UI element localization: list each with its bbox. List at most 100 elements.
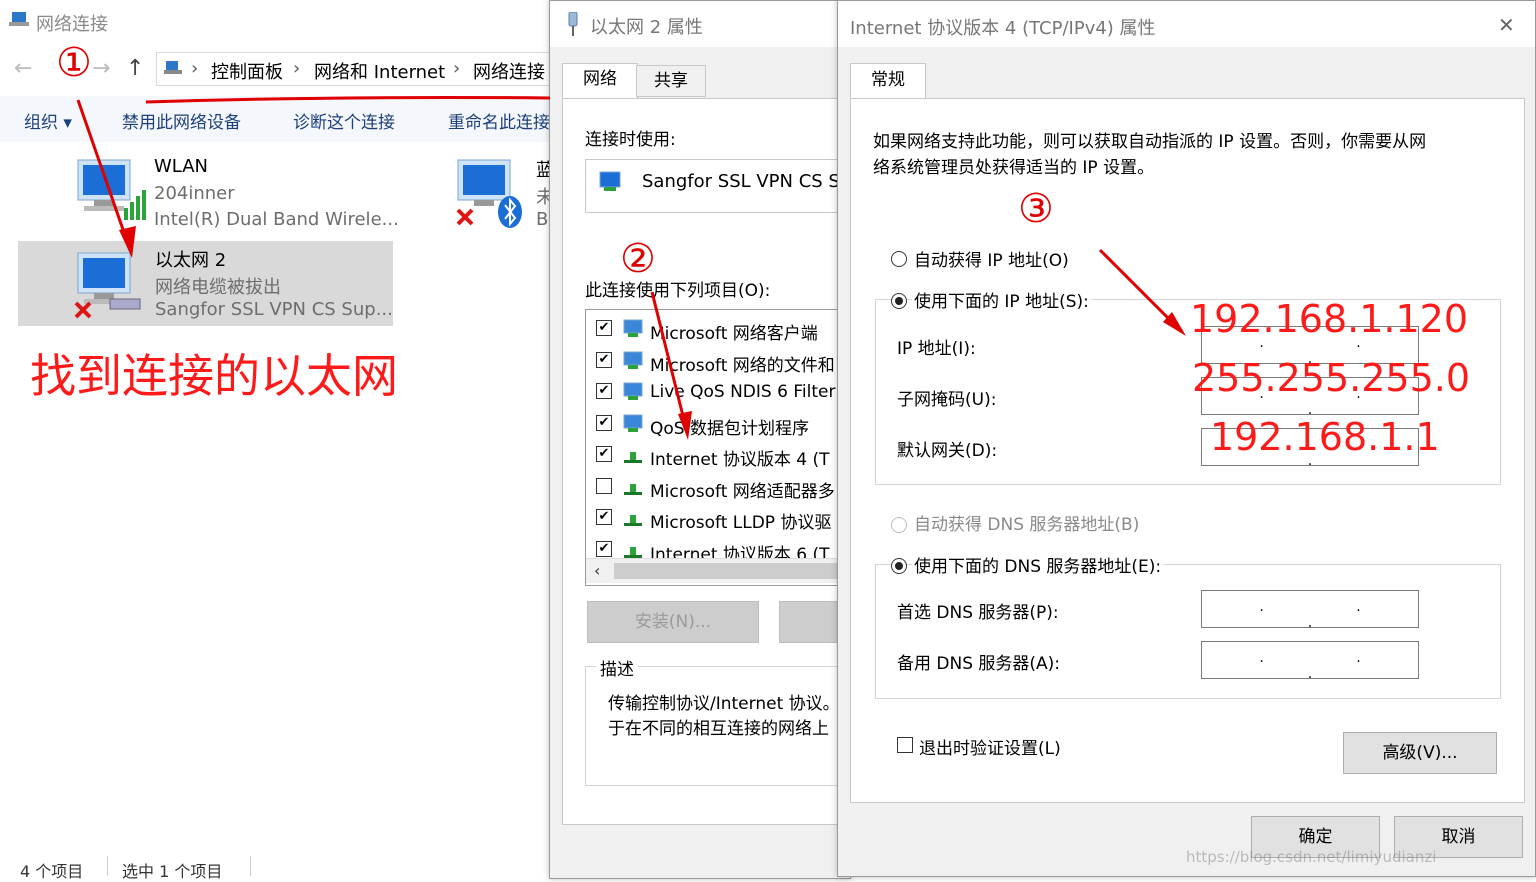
protocol-checkbox[interactable]: ✔ [596,540,612,557]
scrollbar-thumb[interactable] [614,563,854,579]
auto-ip-radio[interactable] [891,251,907,267]
protocol-list[interactable]: ✔ Microsoft 网络客户端 ✔ Microsoft 网络的文件和 ✔ Live Q… [585,309,877,586]
ethernet-adapter-icon [74,251,146,325]
diagnose-command[interactable]: 诊断这个连接 [293,108,395,133]
protocol-item[interactable]: ✔ Microsoft 网络客户端 [586,314,876,345]
step2-marker: ② [620,236,656,282]
protocol-item[interactable]: ✔ Microsoft LLDP 协议驱 [586,503,876,534]
ethernet-properties-dialog: 以太网 2 属性 网络 共享 连接时使用: Sangfor SSL VPN CS… [549,0,877,879]
network-component-icon [622,350,646,377]
protocol-checkbox[interactable]: ✔ [596,320,612,336]
disable-device-command[interactable]: 禁用此网络设备 [122,108,241,133]
annotation-ip: 192.168.1.120 [1190,297,1469,341]
auto-dns-label[interactable]: 自动获得 DNS 服务器地址(B) [914,510,1139,535]
network-folder-icon [8,10,30,30]
connection-network: 204inner [154,183,235,204]
protocol-checkbox[interactable] [596,477,612,494]
annotation-gateway: 192.168.1.1 [1210,415,1440,459]
protocol-icon [622,444,646,471]
preferred-dns-label: 首选 DNS 服务器(P): [897,603,1059,623]
manual-dns-label[interactable]: 使用下面的 DNS 服务器地址(E): [912,552,1164,577]
connection-bluetooth[interactable]: 蓝 未 Bl [452,150,554,236]
protocol-label: Microsoft 网络适配器多 [650,481,835,502]
protocol-icon [622,507,646,534]
breadcrumb-sep: › [453,58,461,79]
dialog-titlebar: Internet 协议版本 4 (TCP/IPv4) 属性 ✕ [838,1,1535,47]
protocol-checkbox[interactable]: ✔ [596,414,612,431]
ip-address-label: IP 地址(I): [897,339,976,359]
breadcrumb-control-panel[interactable]: 控制面板 [211,58,283,84]
bluetooth-adapter-icon [454,158,526,236]
manual-dns-radio[interactable] [891,558,907,574]
explorer-window: 网络连接 ← → ↑ › 控制面板 › 网络和 Internet › 网络连接 … [0,0,568,881]
network-plug-icon [566,11,580,40]
protocol-item[interactable]: ✔ Internet 协议版本 4 (T [586,440,876,471]
tab-network[interactable]: 网络 [562,63,638,102]
gateway-label: 默认网关(D): [897,441,998,461]
forward-arrow-icon[interactable]: → [92,56,110,81]
validate-checkbox[interactable] [897,737,913,753]
tab-general[interactable]: 常规 [850,63,926,102]
protocol-checkbox[interactable]: ✔ [596,383,612,399]
protocol-label: QoS 数据包计划程序 [650,418,809,439]
protocol-checkbox[interactable]: ✔ [596,509,612,525]
protocol-item[interactable]: Microsoft 网络适配器多 [586,472,876,503]
protocol-label: Microsoft LLDP 协议驱 [650,513,832,533]
intro-text: 络系统管理员处获得适当的 IP 设置。 [873,158,1155,178]
up-arrow-icon[interactable]: ↑ [126,56,144,81]
install-button[interactable]: 安装(N)... [587,601,759,643]
validate-label[interactable]: 退出时验证设置(L) [919,734,1061,759]
status-bar: 4 个项目 选中 1 个项目 [0,852,560,881]
breadcrumb-network-internet[interactable]: 网络和 Internet [314,58,445,84]
annotation-note: 找到连接的以太网 [30,349,398,403]
advanced-button[interactable]: 高级(V)... [1343,732,1497,774]
network-component-icon [622,413,646,440]
description-label: 描述 [596,655,638,680]
auto-dns-radio[interactable] [891,517,907,533]
address-bar[interactable]: › 控制面板 › 网络和 Internet › 网络连接 [156,52,568,86]
manual-ip-radio[interactable] [891,293,907,309]
item-count: 4 个项目 [20,862,84,881]
manual-ip-label[interactable]: 使用下面的 IP 地址(S): [912,287,1091,312]
wifi-adapter-icon [74,158,146,228]
rename-command[interactable]: 重命名此连接 [448,108,550,133]
protocol-item[interactable]: ✔ QoS 数据包计划程序 [586,409,876,440]
dialog-title: Internet 协议版本 4 (TCP/IPv4) 属性 [850,18,1156,39]
preferred-dns-field[interactable]: . . . [1201,590,1419,631]
status-divider [107,856,108,876]
control-panel-icon [163,59,183,82]
dialog-title: 以太网 2 属性 [590,17,703,38]
protocol-checkbox[interactable]: ✔ [596,351,612,368]
connect-using-label: 连接时使用: [585,130,676,150]
status-divider [250,856,251,876]
connection-adapter: Intel(R) Dual Band Wirele... [154,209,399,230]
protocol-item[interactable]: ✔ Live QoS NDIS 6 Filter [586,377,876,408]
connection-status: 网络电缆被拔出 [155,277,281,298]
description-line: 于在不同的相互连接的网络上 [608,719,829,739]
connection-adapter: Sangfor SSL VPN CS Sup... [155,299,393,320]
subnet-mask-label: 子网掩码(U): [897,390,997,410]
back-arrow-icon[interactable]: ← [14,56,32,81]
horizontal-scrollbar[interactable]: ‹ [586,558,876,583]
step1-marker: ① [56,40,92,86]
dialog-titlebar: 以太网 2 属性 [550,1,850,47]
protocol-checkbox[interactable]: ✔ [596,446,612,462]
connection-name: WLAN [154,156,209,177]
alternate-dns-field[interactable]: . . . [1201,641,1419,682]
scroll-left-icon[interactable]: ‹ [594,561,600,580]
connection-ethernet-2[interactable]: 以太网 2 网络电缆被拔出 Sangfor SSL VPN CS Sup... [18,241,393,326]
connection-wlan[interactable]: WLAN 204inner Intel(R) Dual Band Wirele.… [70,150,400,234]
description-line: 传输控制协议/Internet 协议。 [608,694,840,714]
adapter-icon [598,170,624,200]
breadcrumb-sep: › [293,58,301,79]
tab-sharing[interactable]: 共享 [636,65,706,97]
breadcrumb-network-connections[interactable]: 网络连接 [473,58,545,84]
connection-name: 以太网 2 [155,250,227,271]
close-icon[interactable]: ✕ [1498,13,1515,37]
protocol-item[interactable]: ✔ Microsoft 网络的文件和 [586,346,876,377]
organize-menu[interactable]: 组织 ▾ [24,108,72,133]
command-bar: 组织 ▾ 禁用此网络设备 诊断这个连接 重命名此连接 [0,96,560,142]
adapter-name: Sangfor SSL VPN CS S [642,171,840,192]
items-list-label: 此连接使用下列项目(O): [585,281,771,301]
auto-ip-label[interactable]: 自动获得 IP 地址(O) [914,246,1069,271]
